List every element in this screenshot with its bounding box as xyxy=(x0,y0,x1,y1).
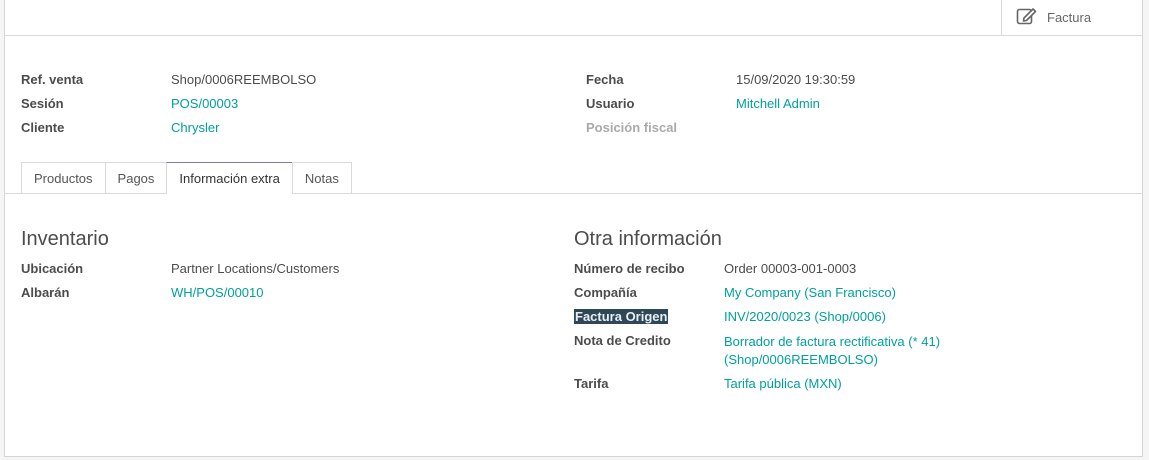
section-title-otra-informacion: Otra información xyxy=(574,228,722,250)
field-value-fecha: 15/09/2020 19:30:59 xyxy=(736,72,856,87)
field-value-ref-venta: Shop/0006REEMBOLSO xyxy=(171,72,317,87)
field-label-nota-credito: Nota de Credito xyxy=(574,333,671,348)
field-label-factura-origen: Factura Origen xyxy=(574,309,669,324)
field-value-ubicacion: Partner Locations/Customers xyxy=(171,261,340,276)
section-title-inventario: Inventario xyxy=(21,228,109,250)
field-label-usuario: Usuario xyxy=(586,96,635,111)
field-label-sesion: Sesión xyxy=(21,96,64,111)
nota-credito-line-2: (Shop/0006REEMBOLSO) xyxy=(724,352,878,367)
field-value-compania-link[interactable]: My Company (San Francisco) xyxy=(724,285,896,300)
tab-pagos[interactable]: Pagos xyxy=(104,162,168,193)
field-label-ubicacion: Ubicación xyxy=(21,261,84,276)
invoice-button-label: Factura xyxy=(1047,10,1092,25)
field-value-sesion-link[interactable]: POS/00003 xyxy=(171,96,238,111)
button-box: Factura xyxy=(5,0,1142,36)
field-label-ref-venta: Ref. venta xyxy=(21,72,84,87)
field-label-compania: Compañía xyxy=(574,285,637,300)
field-label-cliente: Cliente xyxy=(21,120,65,135)
field-label-albaran: Albarán xyxy=(21,285,70,300)
field-label-fecha: Fecha xyxy=(586,72,624,87)
notebook-tabs: Productos Pagos Información extra Notas xyxy=(21,162,352,194)
field-value-albaran-link[interactable]: WH/POS/00010 xyxy=(171,285,264,300)
invoice-smart-button[interactable]: Factura xyxy=(1001,0,1142,35)
field-value-cliente-link[interactable]: Chrysler xyxy=(171,120,219,135)
tab-productos[interactable]: Productos xyxy=(21,162,106,193)
field-value-usuario-link[interactable]: Mitchell Admin xyxy=(736,96,820,111)
nota-credito-line-1: Borrador de factura rectificativa (* 41) xyxy=(724,334,941,349)
field-label-tarifa: Tarifa xyxy=(574,376,609,391)
field-value-factura-origen-link[interactable]: INV/2020/0023 (Shop/0006) xyxy=(724,309,886,324)
tab-informacion-extra[interactable]: Información extra xyxy=(166,162,293,194)
field-label-numero-recibo: Número de recibo xyxy=(574,261,685,276)
edit-icon xyxy=(1016,6,1038,29)
field-value-numero-recibo: Order 00003-001-0003 xyxy=(724,261,857,276)
selected-text: Factura Origen xyxy=(574,309,669,324)
field-label-posicion-fiscal: Posición fiscal xyxy=(586,120,678,135)
form-sheet: Factura Ref. venta Shop/0006REEMBOLSO Se… xyxy=(4,0,1143,457)
field-value-tarifa-link[interactable]: Tarifa pública (MXN) xyxy=(724,376,842,391)
tab-notas[interactable]: Notas xyxy=(291,162,352,193)
field-value-nota-credito-link[interactable]: Borrador de factura rectificativa (* 41)… xyxy=(724,333,940,369)
